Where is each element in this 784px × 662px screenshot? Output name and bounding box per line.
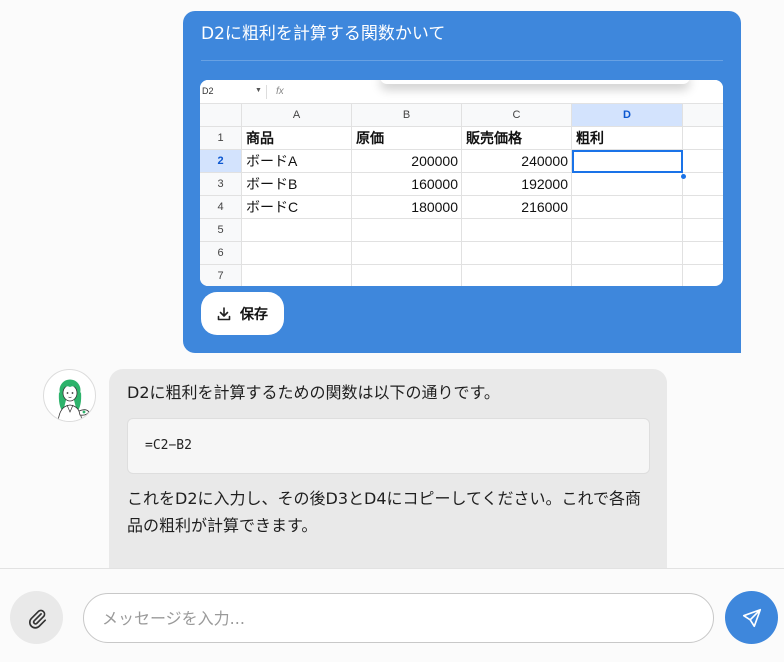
- table-cell: ボードA: [242, 150, 352, 173]
- table-cell: [352, 265, 462, 286]
- table-cell: [462, 265, 572, 286]
- table-cell: 販売価格: [462, 127, 572, 150]
- row-number: 7: [200, 265, 242, 286]
- row-number: 1: [200, 127, 242, 150]
- popup-shadow: [380, 80, 690, 84]
- column-header-e: [683, 104, 723, 127]
- table-cell: [572, 196, 683, 219]
- table-cell: [683, 150, 723, 173]
- table-cell: [572, 173, 683, 196]
- table-cell: ボードB: [242, 173, 352, 196]
- table-cell: [683, 127, 723, 150]
- user-message-bubble: D2に粗利を計算する関数かいて D2 ▼ fx A B C D 1 商品 原価 …: [183, 11, 741, 353]
- assistant-message-bubble: D2に粗利を計算するための関数は以下の通りです。 =C2−B2 これをD2に入力…: [109, 369, 667, 568]
- table-cell: 240000: [462, 150, 572, 173]
- spreadsheet-screenshot: D2 ▼ fx A B C D 1 商品 原価 販売価格 粗利 2 ボードA 2…: [200, 80, 723, 286]
- table-cell: [683, 219, 723, 242]
- table-row: 7: [200, 265, 723, 286]
- table-cell: 192000: [462, 173, 572, 196]
- user-message-divider: [201, 60, 723, 61]
- row-number: 3: [200, 173, 242, 196]
- paperclip-icon: [28, 609, 46, 629]
- selected-cell-d2: [572, 150, 683, 173]
- table-cell: [572, 265, 683, 286]
- table-cell: [462, 219, 572, 242]
- composer-bar: [0, 568, 784, 662]
- table-row: 4 ボードC 180000 216000: [200, 196, 723, 219]
- assistant-followup-text: これをD2に入力し、その後D3とD4にコピーしてください。これで各商品の粗利が計…: [127, 489, 642, 535]
- table-cell: ボードC: [242, 196, 352, 219]
- send-icon: [742, 608, 761, 627]
- assistant-avatar-icon: [57, 379, 90, 421]
- table-cell: 216000: [462, 196, 572, 219]
- table-row: 1 商品 原価 販売価格 粗利: [200, 127, 723, 150]
- row-number: 5: [200, 219, 242, 242]
- table-cell: 原価: [352, 127, 462, 150]
- selection-fill-handle: [681, 174, 686, 179]
- table-cell: [352, 219, 462, 242]
- table-cell: [242, 242, 352, 265]
- save-button[interactable]: 保存: [201, 292, 284, 335]
- cell-reference: D2: [202, 86, 214, 96]
- code-block: =C2−B2: [127, 418, 650, 474]
- user-message-text: D2に粗利を計算する関数かいて: [201, 24, 446, 44]
- save-button-label: 保存: [240, 306, 268, 323]
- column-header-b: B: [352, 104, 462, 127]
- sheet-grid: A B C D 1 商品 原価 販売価格 粗利 2 ボードA 200000 24…: [200, 104, 723, 286]
- row-number: 6: [200, 242, 242, 265]
- dropdown-caret-icon: ▼: [255, 87, 262, 94]
- send-button[interactable]: [725, 591, 778, 644]
- table-row: 2 ボードA 200000 240000: [200, 150, 723, 173]
- column-header-d: D: [572, 104, 683, 127]
- table-cell: 粗利: [572, 127, 683, 150]
- table-cell: [683, 242, 723, 265]
- table-row: 6: [200, 242, 723, 265]
- table-cell: [462, 242, 572, 265]
- table-cell: 180000: [352, 196, 462, 219]
- table-cell: 160000: [352, 173, 462, 196]
- column-header-row: A B C D: [200, 104, 723, 127]
- download-icon: [217, 306, 231, 320]
- code-text: =C2−B2: [145, 438, 192, 453]
- table-cell: 200000: [352, 150, 462, 173]
- row-number: 2: [200, 150, 242, 173]
- table-cell: [683, 196, 723, 219]
- chat-area: D2に粗利を計算する関数かいて D2 ▼ fx A B C D 1 商品 原価 …: [0, 0, 784, 568]
- table-cell: [683, 173, 723, 196]
- table-cell: [242, 265, 352, 286]
- assistant-avatar: [43, 369, 96, 422]
- row-number: 4: [200, 196, 242, 219]
- table-cell: [572, 242, 683, 265]
- column-header-c: C: [462, 104, 572, 127]
- corner-cell: [200, 104, 242, 127]
- fx-icon: fx: [276, 86, 284, 97]
- formula-bar-divider: [266, 85, 267, 99]
- table-cell: [572, 219, 683, 242]
- table-cell: [242, 219, 352, 242]
- table-row: 3 ボードB 160000 192000: [200, 173, 723, 196]
- table-cell: 商品: [242, 127, 352, 150]
- attach-button[interactable]: [10, 591, 63, 644]
- table-cell: [683, 265, 723, 286]
- table-cell: [352, 242, 462, 265]
- column-header-a: A: [242, 104, 352, 127]
- table-row: 5: [200, 219, 723, 242]
- assistant-intro-text: D2に粗利を計算するための関数は以下の通りです。: [127, 383, 500, 402]
- message-input[interactable]: [83, 593, 714, 643]
